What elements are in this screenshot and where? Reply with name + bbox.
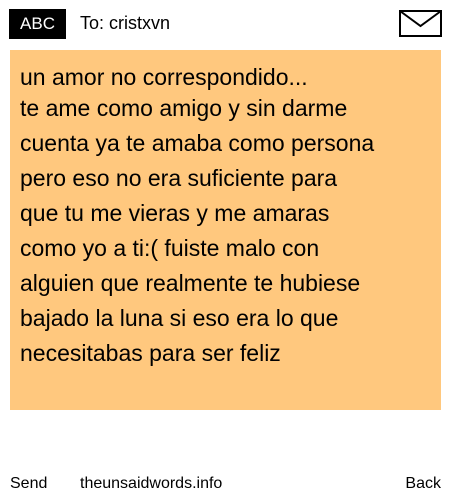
recipient-label: To: cristxvn	[80, 13, 171, 33]
footer-bar: Send theunsaidwords.info Back	[0, 470, 450, 500]
back-button[interactable]: Back	[405, 470, 441, 498]
header-bar: ABC To: cristxvn	[0, 0, 450, 48]
message-area[interactable]: un amor no correspondido... te ame como …	[10, 50, 441, 410]
input-mode-badge[interactable]: ABC	[9, 9, 66, 39]
envelope-icon	[399, 10, 442, 37]
site-label: theunsaidwords.info	[80, 475, 223, 492]
message-body: te ame como amigo y sin darme cuenta ya …	[20, 95, 375, 366]
message-title: un amor no correspondido...	[20, 64, 308, 90]
send-button[interactable]: Send	[10, 470, 47, 498]
